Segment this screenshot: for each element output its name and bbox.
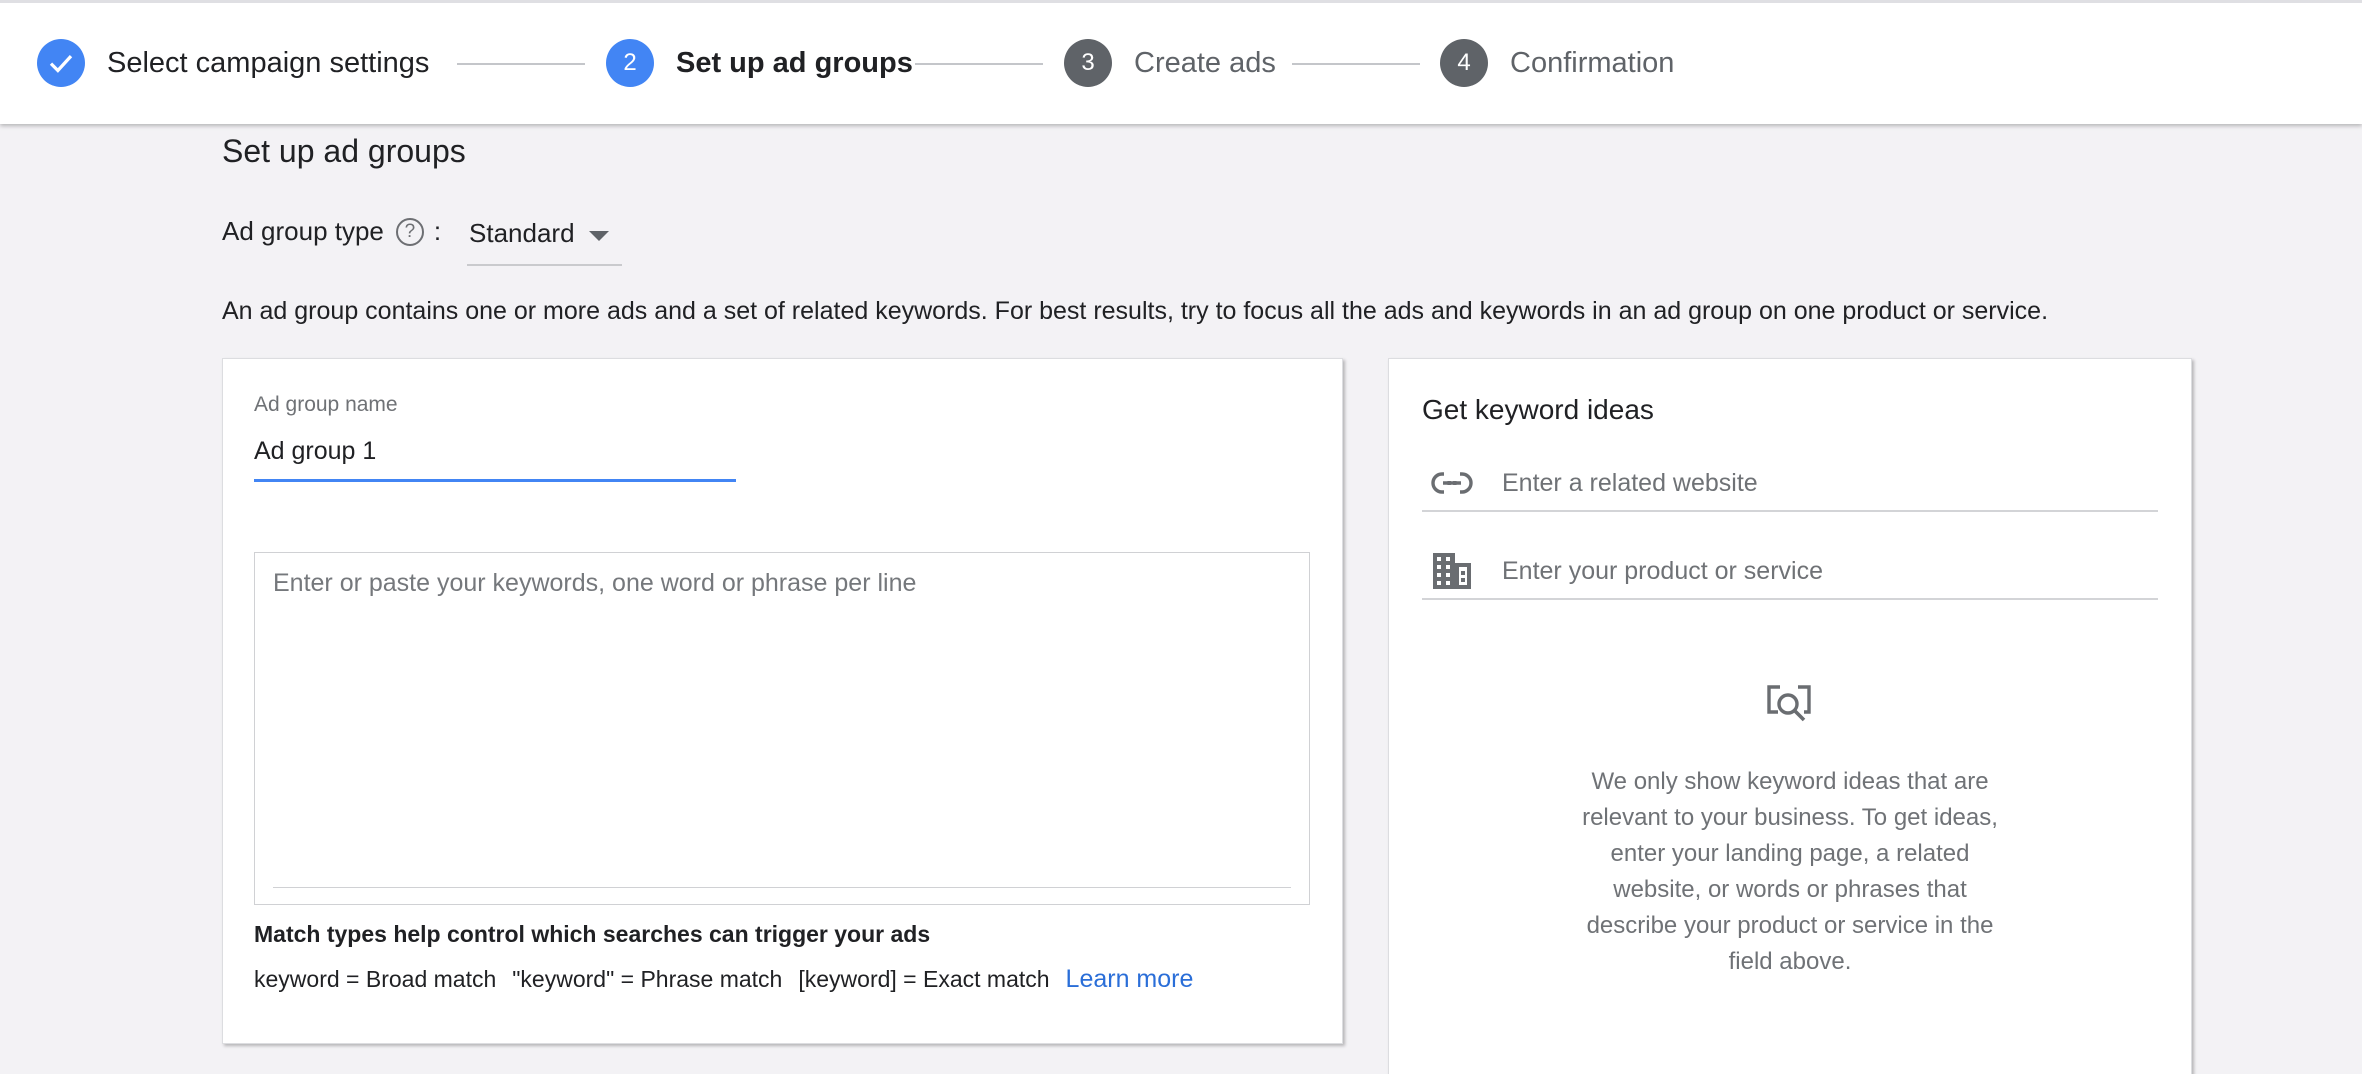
ad-group-type-row: Ad group type ? : <box>222 216 441 247</box>
keywords-textarea[interactable]: Enter or paste your keywords, one word o… <box>254 552 1310 905</box>
phrase-match-text: "keyword" = Phrase match <box>512 966 783 992</box>
step-connector <box>457 63 585 65</box>
step-confirmation[interactable]: 4 Confirmation <box>1440 37 1674 89</box>
related-website-input[interactable]: Enter a related website <box>1502 469 1758 498</box>
step-ad-groups[interactable]: 2 Set up ad groups <box>606 37 913 89</box>
match-types-row: keyword = Broad match "keyword" = Phrase… <box>254 965 1193 994</box>
match-types-heading: Match types help control which searches … <box>254 921 931 947</box>
product-service-input[interactable]: Enter your product or service <box>1502 557 1823 586</box>
page-title: Set up ad groups <box>222 133 466 169</box>
step-label: Set up ad groups <box>676 46 913 79</box>
step-number: 2 <box>606 39 654 87</box>
step-label: Select campaign settings <box>107 46 430 79</box>
ad-group-name-label: Ad group name <box>254 393 398 416</box>
step-number: 3 <box>1064 39 1112 87</box>
keyword-ideas-card: Get keyword ideas Enter a related websit… <box>1388 358 2192 1074</box>
search-ideas-icon <box>1766 684 1814 732</box>
step-connector <box>915 63 1043 65</box>
step-number: 4 <box>1440 39 1488 87</box>
link-icon <box>1430 461 1474 505</box>
business-icon <box>1430 549 1474 593</box>
step-create-ads[interactable]: 3 Create ads <box>1064 37 1276 89</box>
related-website-field[interactable]: Enter a related website <box>1422 456 2158 512</box>
keyword-ideas-title: Get keyword ideas <box>1422 394 1654 425</box>
ad-group-card: Ad group name Ad group 1 Enter or paste … <box>222 358 1343 1044</box>
progress-stepper: Select campaign settings 2 Set up ad gro… <box>0 0 2362 124</box>
step-campaign-settings[interactable]: Select campaign settings <box>37 37 429 89</box>
learn-more-link[interactable]: Learn more <box>1066 965 1194 994</box>
ad-group-type-label: Ad group type <box>222 216 384 246</box>
dropdown-arrow-icon <box>588 231 609 241</box>
ad-group-type-value: Standard <box>469 218 575 248</box>
product-service-field[interactable]: Enter your product or service <box>1422 544 2158 600</box>
check-icon <box>37 39 85 87</box>
ad-group-type-dropdown[interactable]: Standard <box>467 212 622 266</box>
step-label: Create ads <box>1134 46 1276 79</box>
broad-match-text: keyword = Broad match <box>254 966 497 992</box>
textarea-underline <box>273 887 1291 888</box>
exact-match-text: [keyword] = Exact match <box>798 966 1050 992</box>
ad-group-description: An ad group contains one or more ads and… <box>222 297 2049 325</box>
input-focus-underline <box>254 479 736 482</box>
step-connector <box>1292 63 1420 65</box>
colon: : <box>433 216 442 246</box>
keyword-ideas-empty-message: We only show keyword ideas that are rele… <box>1582 768 1998 975</box>
help-icon[interactable]: ? <box>395 217 424 246</box>
step-label: Confirmation <box>1510 46 1675 79</box>
ad-group-name-input[interactable]: Ad group 1 <box>254 437 376 466</box>
keywords-placeholder: Enter or paste your keywords, one word o… <box>273 569 917 597</box>
